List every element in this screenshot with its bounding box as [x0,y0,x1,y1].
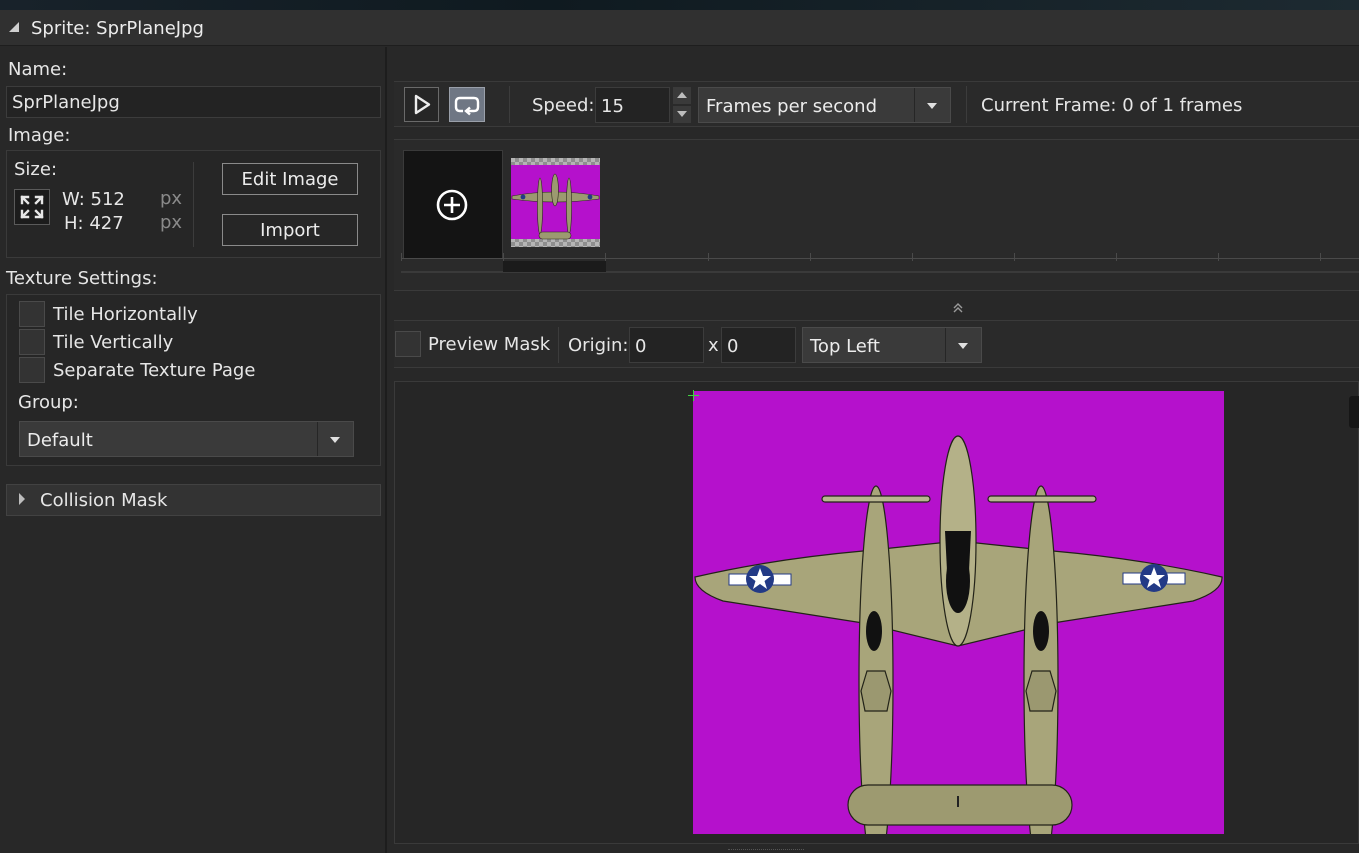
origin-y-input[interactable]: 0 [721,327,796,363]
chevron-up-icon [677,92,687,98]
width-unit: px [160,188,183,209]
name-label: Name: [8,59,68,80]
collapse-triangle-icon[interactable] [9,22,19,32]
origin-marker-icon[interactable] [688,385,699,401]
loop-button[interactable] [449,87,485,122]
speed-increase-button[interactable] [673,87,691,104]
tile-horizontally-label: Tile Horizontally [53,304,198,325]
play-button[interactable] [404,87,439,122]
timeline-tick [401,253,402,261]
tile-vertically-checkbox[interactable] [19,329,45,355]
separate-texture-page-checkbox[interactable] [19,357,45,383]
origin-preset-value: Top Left [810,336,880,357]
group-dropdown[interactable]: Default [19,421,354,457]
timeline-tick [1116,253,1117,261]
image-label: Image: [8,125,71,146]
size-label: Size: [14,159,58,180]
timeline-tick [912,253,913,261]
sprite-image [693,391,1224,853]
timeline-tick [1014,253,1015,261]
tile-vertically-label: Tile Vertically [53,332,174,353]
canvas-side-handle[interactable] [1349,396,1359,428]
add-frame-button[interactable] [403,150,503,259]
timeline-ruler [401,258,1359,259]
collapse-up-icon[interactable] [950,300,966,316]
timeline-tick [605,253,606,261]
speed-unit-dropdown[interactable]: Frames per second [698,87,951,123]
origin-preset-toggle[interactable] [945,328,981,362]
expand-triangle-icon [19,493,25,505]
current-frame-readout: Current Frame: 0 of 1 frames [981,95,1243,116]
play-icon [414,94,431,115]
name-input[interactable]: SprPlaneJpg [6,86,381,118]
group-dropdown-toggle[interactable] [317,422,353,456]
add-frame-icon [436,189,468,221]
speed-unit-value: Frames per second [706,96,877,117]
height-unit: px [160,212,183,233]
sprite-title-bar[interactable]: Sprite: SprPlaneJpg [0,10,1359,46]
window-title: Sprite: SprPlaneJpg [31,18,204,39]
bottom-resize-grip[interactable] [728,849,804,852]
import-button[interactable]: Import [222,214,358,246]
frame-thumbnail[interactable] [511,158,600,247]
timeline-tick [708,253,709,261]
origin-label: Origin: [568,335,629,356]
origin-preset-dropdown[interactable]: Top Left [802,327,982,363]
timeline-tick [503,253,504,261]
preview-mask-checkbox[interactable] [395,331,421,357]
size-divider [193,162,194,247]
texture-settings-label: Texture Settings: [6,268,158,289]
collision-mask-header[interactable]: Collision Mask [6,484,381,516]
speed-label: Speed: [532,95,595,116]
dropdown-arrow-icon [330,437,340,443]
preview-mask-label: Preview Mask [428,334,551,355]
timeline-tick [1320,253,1321,261]
speed-stepper[interactable] [673,87,691,123]
toolbar-divider [509,86,510,123]
dropdown-arrow-icon [958,343,968,349]
origin-x-input[interactable]: 0 [629,327,704,363]
loop-icon [454,96,480,116]
toolbar-divider-2 [966,86,967,123]
chevron-down-icon [677,111,687,117]
dropdown-arrow-icon [927,103,937,109]
collision-mask-label: Collision Mask [40,490,168,511]
resize-icon[interactable] [14,189,50,225]
speed-unit-toggle[interactable] [914,88,950,122]
speed-input[interactable]: 15 [595,87,670,123]
preview-divider [558,327,559,363]
timeline-frame-highlight[interactable] [503,261,606,272]
separate-texture-page-label: Separate Texture Page [53,360,256,381]
timeline-tick [810,253,811,261]
group-label: Group: [18,392,79,413]
window-top-strip [0,0,1359,10]
origin-separator: x [708,335,719,356]
group-dropdown-value: Default [27,430,93,451]
tile-horizontally-checkbox[interactable] [19,301,45,327]
height-readout: H: 427 [64,213,124,234]
speed-decrease-button[interactable] [673,106,691,123]
edit-image-button[interactable]: Edit Image [222,163,358,195]
timeline-tick [1218,253,1219,261]
width-readout: W: 512 [62,189,125,210]
